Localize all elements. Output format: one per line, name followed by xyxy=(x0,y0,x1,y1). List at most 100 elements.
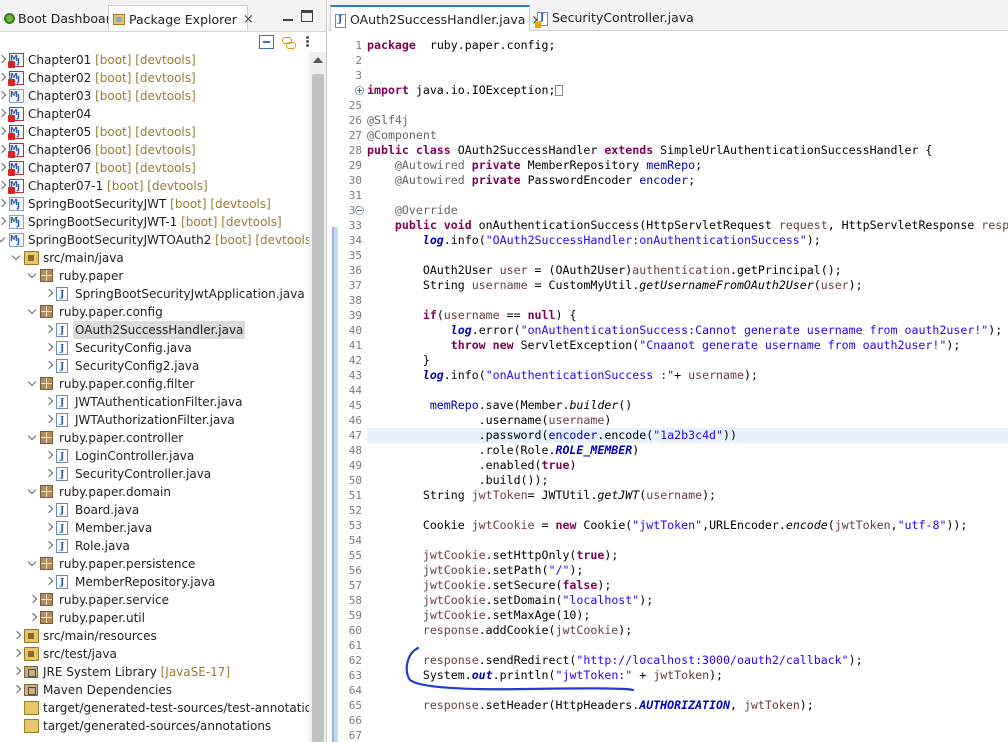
tree-item[interactable]: ruby.paper.config xyxy=(0,303,309,321)
tab-boot-dashboard[interactable]: Boot Dashboard xyxy=(0,5,125,30)
tree-item[interactable]: ruby.paper.util xyxy=(0,609,309,627)
tree-item[interactable]: ruby.paper.persistence xyxy=(0,555,309,573)
expanded-arrow-icon[interactable] xyxy=(28,375,38,393)
tree-item[interactable]: ruby.paper.domain xyxy=(0,483,309,501)
tree-item[interactable]: SpringBootSecurityJWTOAuth2 [boot] [devt… xyxy=(0,230,316,251)
collapsed-arrow-icon[interactable] xyxy=(44,393,54,411)
tree-item[interactable]: Chapter02 [boot] [devtools] xyxy=(0,68,309,89)
collapsed-arrow-icon[interactable] xyxy=(0,177,7,195)
tree-item-name: ruby.paper xyxy=(59,269,124,283)
view-menu-icon[interactable] xyxy=(305,35,311,49)
collapsed-arrow-icon[interactable] xyxy=(0,123,7,141)
tree-item[interactable]: SecurityController.java xyxy=(0,465,309,484)
expanded-arrow-icon[interactable] xyxy=(28,303,38,321)
expanded-arrow-icon[interactable] xyxy=(0,231,7,249)
tree-item[interactable]: target/generated-test-sources/test-annot… xyxy=(0,699,326,717)
collapsed-arrow-icon[interactable] xyxy=(44,411,54,429)
tree-item[interactable]: Chapter01 [boot] [devtools] xyxy=(0,50,309,71)
tree-item[interactable]: Chapter05 [boot] [devtools] xyxy=(0,122,309,143)
editor-tab-securitycontroller[interactable]: SecurityController.java xyxy=(533,5,700,31)
editor-tab-oauth2successhandler[interactable]: OAuth2SuccessHandler.java× xyxy=(330,5,542,31)
maximize-view-button[interactable] xyxy=(301,10,313,22)
scrollbar-thumb[interactable] xyxy=(312,74,324,742)
code-line: @Autowired private MemberRepository memR… xyxy=(367,158,1008,173)
tree-item[interactable]: Chapter03 [boot] [devtools] xyxy=(0,86,309,107)
tree-item[interactable]: MemberRepository.java xyxy=(0,573,309,592)
line-number: 43 xyxy=(348,369,362,382)
tree-item-name: src/main/resources xyxy=(43,629,157,643)
tree-item[interactable]: SpringBootSecurityJWT [boot] [devtools] xyxy=(0,194,309,215)
scroll-up-arrow-icon[interactable] xyxy=(313,57,323,63)
tree-item[interactable]: Chapter04 xyxy=(0,104,309,125)
collapse-all-icon[interactable] xyxy=(259,35,274,49)
collapsed-arrow-icon[interactable] xyxy=(28,591,38,609)
collapsed-arrow-icon[interactable] xyxy=(44,321,54,339)
expanded-arrow-icon[interactable] xyxy=(28,483,38,501)
collapsed-arrow-icon[interactable] xyxy=(0,141,7,159)
collapsed-arrow-icon[interactable] xyxy=(44,573,54,591)
tree-item[interactable]: ruby.paper.service xyxy=(0,591,309,609)
collapsed-arrow-icon[interactable] xyxy=(44,357,54,375)
tree-item[interactable]: Board.java xyxy=(0,501,309,520)
tree-item[interactable]: SecurityConfig.java xyxy=(0,339,309,358)
minimize-view-button[interactable] xyxy=(281,9,295,23)
link-with-editor-icon[interactable] xyxy=(281,35,296,49)
tree-item[interactable]: SpringBootSecurityJwtApplication.java xyxy=(0,285,309,304)
tree-item[interactable]: src/main/java xyxy=(0,249,309,267)
tree-item[interactable]: JWTAuthenticationFilter.java xyxy=(0,393,309,412)
collapsed-arrow-icon[interactable] xyxy=(44,465,54,483)
collapsed-arrow-icon[interactable] xyxy=(0,87,7,105)
collapsed-arrow-icon[interactable] xyxy=(0,69,7,87)
tree-item[interactable]: ruby.paper.config.filter xyxy=(0,375,309,393)
tree-item[interactable]: Chapter06 [boot] [devtools] xyxy=(0,140,309,161)
expanded-arrow-icon[interactable] xyxy=(28,555,38,573)
tree-item[interactable]: JRE System Library [JavaSE-17] xyxy=(0,663,309,681)
tree-item[interactable]: Maven Dependencies xyxy=(0,681,309,699)
line-number-ruler[interactable]: 1234252627282930313233343536373839404142… xyxy=(328,31,366,742)
tree-item[interactable]: Role.java xyxy=(0,537,309,556)
collapsed-arrow-icon[interactable] xyxy=(12,663,22,681)
collapsed-arrow-icon[interactable] xyxy=(44,537,54,555)
collapsed-arrow-icon[interactable] xyxy=(0,105,7,123)
tree-item[interactable]: SecurityConfig2.java xyxy=(0,357,309,376)
tree-item[interactable]: ruby.paper xyxy=(0,267,309,285)
collapsed-arrow-icon[interactable] xyxy=(12,681,22,699)
collapsed-arrow-icon[interactable] xyxy=(0,51,7,69)
tree-item[interactable]: src/test/java xyxy=(0,645,309,663)
folded-region-icon[interactable] xyxy=(555,85,564,96)
tree-item[interactable]: Chapter07-1 [boot] [devtools] xyxy=(0,176,309,197)
collapsed-arrow-icon[interactable] xyxy=(28,609,38,627)
collapse-fold-icon[interactable] xyxy=(355,206,364,215)
code-token: ; xyxy=(695,158,703,172)
expanded-arrow-icon[interactable] xyxy=(12,249,22,267)
tree-item[interactable]: Member.java xyxy=(0,519,309,538)
collapsed-arrow-icon[interactable] xyxy=(44,447,54,465)
collapsed-arrow-icon[interactable] xyxy=(44,519,54,537)
tree-item[interactable]: JWTAuthorizationFilter.java xyxy=(0,411,309,430)
tree-item[interactable]: OAuth2SuccessHandler.java xyxy=(0,321,309,340)
expanded-arrow-icon[interactable] xyxy=(28,267,38,285)
expand-fold-icon[interactable] xyxy=(355,86,364,95)
tree-item-name: SpringBootSecurityJWT xyxy=(28,197,167,211)
code-line: log.info("onAuthenticationSuccess :"+ us… xyxy=(367,368,1008,383)
collapsed-arrow-icon[interactable] xyxy=(12,645,22,663)
collapsed-arrow-icon[interactable] xyxy=(44,285,54,303)
close-icon[interactable]: × xyxy=(243,7,254,32)
collapsed-arrow-icon[interactable] xyxy=(0,213,7,231)
tree-item-label: Chapter02 [boot] [devtools] xyxy=(26,69,198,87)
tree-item[interactable]: ruby.paper.controller xyxy=(0,429,309,447)
expanded-arrow-icon[interactable] xyxy=(28,429,38,447)
tree-item[interactable]: src/main/resources xyxy=(0,627,309,645)
code-area[interactable]: package ruby.paper.config; import java.io… xyxy=(367,31,1008,742)
collapsed-arrow-icon[interactable] xyxy=(0,195,7,213)
collapsed-arrow-icon[interactable] xyxy=(44,501,54,519)
collapsed-arrow-icon[interactable] xyxy=(44,339,54,357)
tree-item[interactable]: LoginController.java xyxy=(0,447,309,466)
collapsed-arrow-icon[interactable] xyxy=(0,159,7,177)
collapsed-arrow-icon[interactable] xyxy=(12,627,22,645)
tree-scrollbar[interactable] xyxy=(309,52,326,742)
tab-package-explorer[interactable]: Package Explorer × xyxy=(108,5,254,30)
tree-item[interactable]: SpringBootSecurityJWT-1 [boot] [devtools… xyxy=(0,212,309,233)
tree-item[interactable]: target/generated-sources/annotations xyxy=(0,717,309,735)
tree-item[interactable]: Chapter07 [boot] [devtools] xyxy=(0,158,309,179)
